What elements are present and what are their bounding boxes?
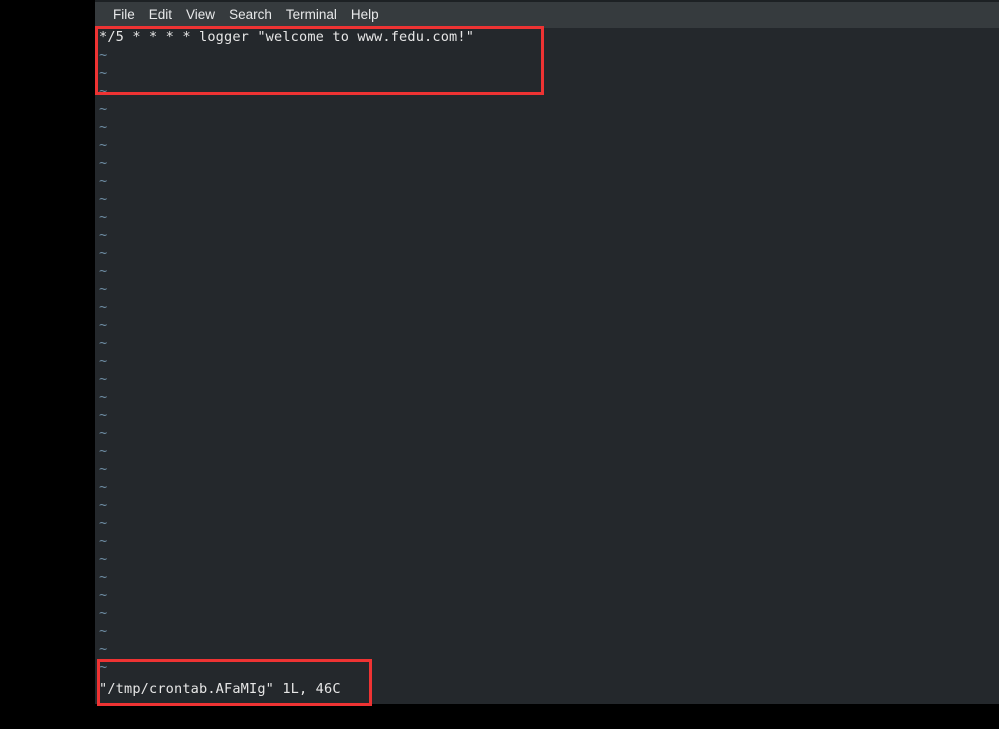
menu-edit[interactable]: Edit <box>142 2 179 28</box>
empty-line-marker: ~ <box>99 101 108 117</box>
empty-line-marker: ~ <box>99 209 108 225</box>
empty-line-marker: ~ <box>99 47 108 63</box>
empty-line-marker: ~ <box>99 407 108 423</box>
empty-line-marker: ~ <box>99 119 108 135</box>
empty-line-markers: ~ ~ ~ ~ ~ ~ ~ ~ ~ ~ ~ ~ ~ ~ ~ ~ ~ ~ ~ ~ ~ ~ ~ ~ ~ ~ ~ ~ ~ ~ ~ ~ ~ ~ ~ <box>95 46 999 676</box>
empty-line-marker: ~ <box>99 371 108 387</box>
empty-line-marker: ~ <box>99 299 108 315</box>
menu-bar: File Edit View Search Terminal Help <box>95 0 999 28</box>
empty-line-marker: ~ <box>99 137 108 153</box>
empty-line-marker: ~ <box>99 623 108 639</box>
crontab-entry-line[interactable]: */5 * * * * logger "welcome to www.fedu.… <box>95 28 999 46</box>
empty-line-marker: ~ <box>99 551 108 567</box>
empty-line-marker: ~ <box>99 461 108 477</box>
empty-line-marker: ~ <box>99 515 108 531</box>
empty-line-marker: ~ <box>99 155 108 171</box>
empty-line-marker: ~ <box>99 533 108 549</box>
menu-view[interactable]: View <box>179 2 222 28</box>
vim-editor-buffer[interactable]: */5 * * * * logger "welcome to www.fedu.… <box>95 28 999 678</box>
empty-line-marker: ~ <box>99 425 108 441</box>
menu-search[interactable]: Search <box>222 2 279 28</box>
menu-file[interactable]: File <box>106 2 142 28</box>
empty-line-marker: ~ <box>99 587 108 603</box>
empty-line-marker: ~ <box>99 605 108 621</box>
desktop-background: File Edit View Search Terminal Help */5 … <box>0 0 999 729</box>
terminal-window: File Edit View Search Terminal Help */5 … <box>95 0 999 704</box>
empty-line-marker: ~ <box>99 245 108 261</box>
empty-line-marker: ~ <box>99 335 108 351</box>
empty-line-marker: ~ <box>99 65 108 81</box>
empty-line-marker: ~ <box>99 353 108 369</box>
empty-line-marker: ~ <box>99 389 108 405</box>
empty-line-marker: ~ <box>99 569 108 585</box>
menu-terminal[interactable]: Terminal <box>279 2 344 28</box>
empty-line-marker: ~ <box>99 659 108 675</box>
empty-line-marker: ~ <box>99 227 108 243</box>
empty-line-marker: ~ <box>99 281 108 297</box>
empty-line-marker: ~ <box>99 479 108 495</box>
empty-line-marker: ~ <box>99 497 108 513</box>
empty-line-marker: ~ <box>99 641 108 657</box>
empty-line-marker: ~ <box>99 191 108 207</box>
menu-help[interactable]: Help <box>344 2 386 28</box>
empty-line-marker: ~ <box>99 173 108 189</box>
empty-line-marker: ~ <box>99 443 108 459</box>
vim-status-line: "/tmp/crontab.AFaMIg" 1L, 46C <box>95 678 999 704</box>
empty-line-marker: ~ <box>99 83 108 99</box>
empty-line-marker: ~ <box>99 263 108 279</box>
empty-line-marker: ~ <box>99 317 108 333</box>
